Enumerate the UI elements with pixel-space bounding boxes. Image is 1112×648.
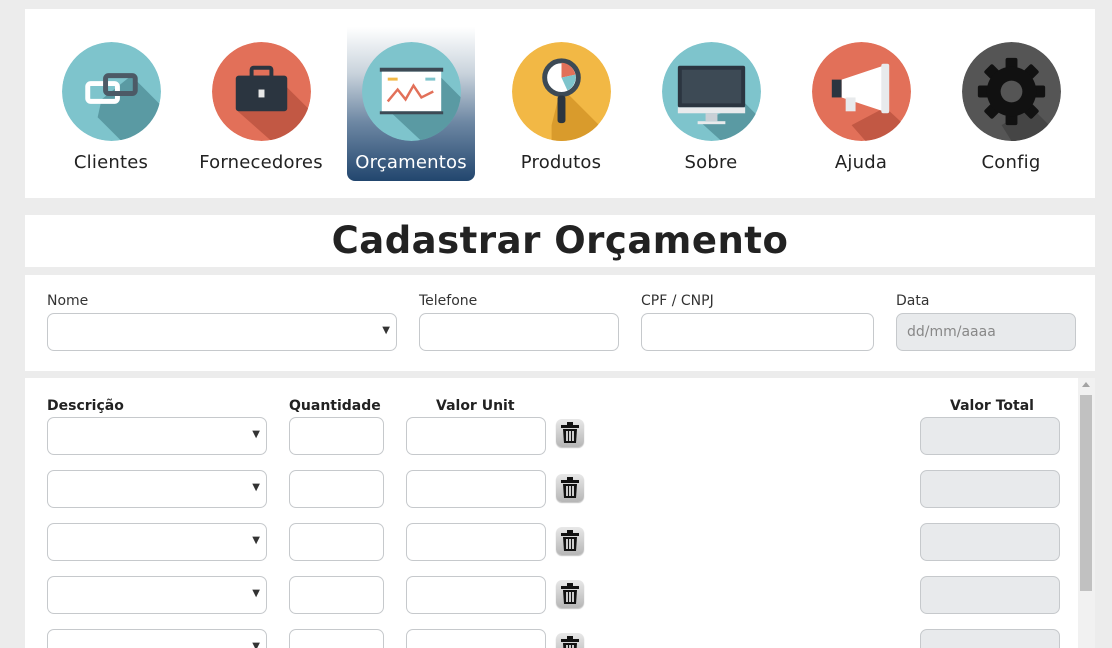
trash-icon	[561, 636, 579, 648]
descricao-header: Descrição	[47, 398, 124, 414]
monitor-icon	[662, 42, 761, 141]
nome-label: Nome	[47, 293, 89, 309]
valor-total-output	[920, 629, 1060, 648]
descricao-select[interactable]: ▼	[47, 470, 267, 508]
trash-icon	[561, 583, 579, 604]
valor-unit-input[interactable]	[406, 417, 546, 455]
chevron-down-icon: ▼	[382, 325, 390, 336]
budget-header-form: Nome ▼ Telefone CPF / CNPJ Data	[25, 275, 1095, 371]
valor-unit-input[interactable]	[406, 629, 546, 648]
valor-unit-header: Valor Unit	[436, 398, 515, 414]
cpf-cnpj-input[interactable]	[641, 313, 874, 351]
quantidade-input[interactable]	[289, 576, 384, 614]
data-label: Data	[896, 293, 930, 309]
budget-items-panel: Descrição Quantidade Valor Unit Valor To…	[25, 378, 1095, 648]
valor-unit-input[interactable]	[406, 576, 546, 614]
telefone-input[interactable]	[419, 313, 619, 351]
nav-label: Produtos	[520, 152, 602, 173]
chevron-down-icon: ▼	[252, 535, 260, 546]
valor-total-output	[920, 523, 1060, 561]
vertical-scrollbar[interactable]	[1078, 378, 1095, 648]
nav-item-clientes[interactable]: Clientes	[47, 27, 175, 181]
trash-icon	[561, 477, 579, 498]
magnifier-icon	[512, 42, 611, 141]
delete-row-button[interactable]	[556, 419, 584, 447]
nav-item-config[interactable]: Config	[947, 27, 1075, 181]
descricao-select[interactable]: ▼	[47, 576, 267, 614]
valor-total-output	[920, 576, 1060, 614]
quantidade-input[interactable]	[289, 523, 384, 561]
telefone-label: Telefone	[419, 293, 478, 309]
title-panel: Cadastrar Orçamento	[25, 215, 1095, 267]
nav-label: Sobre	[684, 152, 738, 173]
descricao-select[interactable]: ▼	[47, 629, 267, 648]
valor-unit-input[interactable]	[406, 470, 546, 508]
nav-label: Orçamentos	[355, 152, 467, 173]
clients-link-icon	[62, 42, 161, 141]
valor-total-output	[920, 417, 1060, 455]
presentation-chart-icon	[362, 42, 461, 141]
data-input[interactable]	[896, 313, 1076, 351]
valor-total-output	[920, 470, 1060, 508]
chevron-down-icon: ▼	[252, 482, 260, 493]
main-nav: Clientes Fornecedores Orçamentos Produto…	[25, 9, 1095, 198]
trash-icon	[561, 422, 579, 443]
quantidade-input[interactable]	[289, 470, 384, 508]
nav-item-sobre[interactable]: Sobre	[647, 27, 775, 181]
descricao-select[interactable]: ▼	[47, 417, 267, 455]
nav-label: Ajuda	[834, 152, 888, 173]
valor-unit-input[interactable]	[406, 523, 546, 561]
descricao-select[interactable]: ▼	[47, 523, 267, 561]
delete-row-button[interactable]	[556, 527, 584, 555]
scroll-up-arrow-icon[interactable]	[1082, 382, 1090, 387]
nav-item-produtos[interactable]: Produtos	[497, 27, 625, 181]
chevron-down-icon: ▼	[252, 588, 260, 599]
nome-select[interactable]: ▼	[47, 313, 397, 351]
nav-item-orcamentos[interactable]: Orçamentos	[347, 27, 475, 181]
quantidade-header: Quantidade	[289, 398, 381, 414]
nav-item-fornecedores[interactable]: Fornecedores	[197, 27, 325, 181]
gear-icon	[962, 42, 1061, 141]
scrollbar-thumb[interactable]	[1080, 395, 1092, 591]
nav-label: Clientes	[73, 152, 149, 173]
megaphone-icon	[812, 42, 911, 141]
chevron-down-icon: ▼	[252, 429, 260, 440]
briefcase-icon	[212, 42, 311, 141]
quantidade-input[interactable]	[289, 417, 384, 455]
cpf-cnpj-label: CPF / CNPJ	[641, 293, 714, 309]
nav-item-ajuda[interactable]: Ajuda	[797, 27, 925, 181]
delete-row-button[interactable]	[556, 474, 584, 502]
chevron-down-icon: ▼	[252, 641, 260, 648]
nav-label: Config	[981, 152, 1041, 173]
delete-row-button[interactable]	[556, 580, 584, 608]
delete-row-button[interactable]	[556, 633, 584, 648]
quantidade-input[interactable]	[289, 629, 384, 648]
nav-label: Fornecedores	[199, 152, 323, 173]
valor-total-header: Valor Total	[950, 398, 1034, 414]
trash-icon	[561, 530, 579, 551]
page-title: Cadastrar Orçamento	[331, 219, 789, 262]
